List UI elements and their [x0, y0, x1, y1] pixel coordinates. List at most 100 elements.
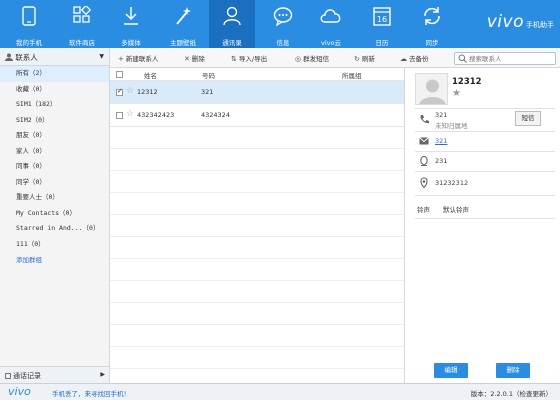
- download-icon: [108, 6, 154, 36]
- column-name[interactable]: 姓名: [144, 70, 157, 80]
- detail-phone[interactable]: 321: [435, 111, 447, 119]
- nav-themes[interactable]: 主题壁纸: [160, 0, 206, 48]
- edit-button[interactable]: 编辑: [434, 363, 468, 378]
- avatar[interactable]: [415, 73, 448, 105]
- group-item-sim1[interactable]: SIM1（182）: [0, 97, 109, 113]
- import-export-label: 导入/导出: [238, 55, 268, 63]
- group-item-starred[interactable]: Starred in And...（0）: [0, 221, 109, 237]
- contacts-person-icon: [5, 53, 15, 62]
- backup-label: 去备份: [409, 55, 429, 63]
- new-contact-button[interactable]: + 新建联系人: [118, 53, 158, 63]
- nav-label: 通讯录: [222, 39, 242, 47]
- divider: [415, 108, 555, 109]
- nav-label: 我的手机: [16, 39, 42, 47]
- star-icon[interactable]: ☆: [126, 86, 134, 96]
- expand-arrow-icon[interactable]: ▶: [100, 371, 105, 378]
- nav-sync[interactable]: 同步: [409, 0, 455, 48]
- close-icon: ✕: [184, 55, 190, 63]
- nav-calendar[interactable]: 16 日历: [359, 0, 405, 48]
- row-checkbox[interactable]: [116, 112, 123, 119]
- version-info[interactable]: 版本：2.2.0.1（检查更新）: [471, 388, 552, 398]
- find-phone-link[interactable]: 手机丢了，来寻找回手机！: [52, 388, 130, 398]
- empty-row: [110, 171, 404, 193]
- nav-messages[interactable]: 信息: [260, 0, 306, 48]
- message-icon: [260, 6, 306, 36]
- detail-email[interactable]: 321: [435, 137, 447, 145]
- column-group[interactable]: 所属组: [342, 70, 362, 80]
- refresh-icon: ↻: [354, 55, 360, 63]
- status-logo: vivo: [8, 385, 31, 398]
- group-item-111[interactable]: 111（0）: [0, 237, 109, 253]
- call-log-icon: [5, 373, 11, 379]
- group-item-family[interactable]: 家人（0）: [0, 144, 109, 160]
- nav-label: 软件商店: [69, 39, 95, 47]
- contacts-icon: [209, 6, 255, 36]
- nav-label: 信息: [276, 39, 290, 47]
- call-log-label: 通话记录: [13, 372, 41, 380]
- email-icon: [419, 137, 429, 147]
- empty-row: [110, 325, 404, 347]
- brand-name: vivo: [486, 12, 524, 32]
- table-row[interactable]: ☆ 12312 321: [110, 81, 404, 104]
- column-phone[interactable]: 号码: [202, 70, 215, 80]
- select-all-checkbox[interactable]: [116, 71, 123, 78]
- search-input[interactable]: [469, 54, 553, 64]
- contacts-toolbar: + 新建联系人 ✕ 删除 ⇅ 导入/导出 ◎ 群发短信 ↻ 刷新 ☁ 去备份: [110, 48, 560, 68]
- search-icon: [458, 54, 467, 65]
- brand-tagline: 手机助手: [526, 21, 554, 29]
- nav-my-phone[interactable]: 我的手机: [6, 0, 52, 48]
- table-row[interactable]: ☆ 432342423 4324324: [110, 104, 404, 127]
- cloud-icon: [308, 6, 354, 36]
- group-sms-button[interactable]: ◎ 群发短信: [295, 53, 329, 63]
- ringtone-value[interactable]: 默认铃声: [443, 204, 469, 214]
- call-log-section[interactable]: 通话记录 ▶: [0, 366, 109, 383]
- nav-vivo-cloud[interactable]: vivo云: [308, 0, 354, 48]
- nav-label: vivo云: [321, 39, 341, 47]
- delete-contact-button[interactable]: 删除: [496, 363, 530, 378]
- empty-row: [110, 193, 404, 215]
- collapse-arrow-icon[interactable]: ▼: [99, 53, 104, 60]
- row-checkbox[interactable]: [116, 87, 123, 96]
- detail-qq: 231: [435, 157, 448, 165]
- contacts-section-header[interactable]: 联系人 ▼: [0, 48, 109, 66]
- delete-button[interactable]: ✕ 删除: [184, 53, 205, 63]
- app-grid-icon: [59, 6, 105, 36]
- phone-icon: [6, 6, 52, 36]
- group-item-classmates[interactable]: 同学（0）: [0, 175, 109, 191]
- calendar-day: 16: [377, 15, 387, 24]
- list-header: 姓名 号码 所属组: [110, 68, 404, 81]
- top-navigation-bar: 我的手机 软件商店 多媒体 主题壁纸 通讯录 信息 vivo云 16 日历 同步…: [0, 0, 560, 48]
- nav-contacts[interactable]: 通讯录: [209, 0, 255, 48]
- nav-multimedia[interactable]: 多媒体: [108, 0, 154, 48]
- search-box[interactable]: [454, 52, 556, 65]
- contact-list: 姓名 号码 所属组 ☆ 12312 321 ☆ 432342423 432432…: [110, 68, 405, 383]
- status-bar: vivo 手机丢了，来寻找回手机！ 版本：2.2.0.1（检查更新）: [0, 383, 560, 400]
- divider: [415, 218, 555, 219]
- divider: [415, 131, 555, 132]
- group-item-all[interactable]: 所有（2）: [0, 66, 109, 82]
- plus-icon: +: [118, 55, 124, 63]
- star-icon[interactable]: ☆: [126, 109, 134, 119]
- nav-label: 日历: [375, 39, 389, 47]
- nav-label: 多媒体: [121, 39, 141, 47]
- empty-row: [110, 127, 404, 149]
- refresh-button[interactable]: ↻ 刷新: [354, 53, 375, 63]
- magic-wand-icon: [160, 6, 206, 36]
- contact-name-cell: 432342423: [137, 111, 175, 119]
- nav-label: 同步: [425, 39, 439, 47]
- favorite-star-icon[interactable]: ★: [452, 88, 461, 99]
- group-item-sim2[interactable]: SIM2（0）: [0, 113, 109, 129]
- backup-button[interactable]: ☁ 去备份: [400, 53, 429, 63]
- import-export-button[interactable]: ⇅ 导入/导出: [231, 53, 267, 63]
- sync-icon: [409, 6, 455, 36]
- group-item-colleagues[interactable]: 同事（0）: [0, 159, 109, 175]
- empty-row: [110, 215, 404, 237]
- add-group-link[interactable]: 添加群组: [0, 252, 109, 268]
- nav-app-store[interactable]: 软件商店: [59, 0, 105, 48]
- group-item-my-contacts[interactable]: My Contacts（0）: [0, 206, 109, 222]
- group-item-favorites[interactable]: 收藏（0）: [0, 82, 109, 98]
- group-item-vip[interactable]: 重要人士（0）: [0, 190, 109, 206]
- group-item-friends[interactable]: 朋友（0）: [0, 128, 109, 144]
- send-sms-button[interactable]: 短信: [515, 111, 541, 126]
- delete-label: 删除: [191, 55, 205, 63]
